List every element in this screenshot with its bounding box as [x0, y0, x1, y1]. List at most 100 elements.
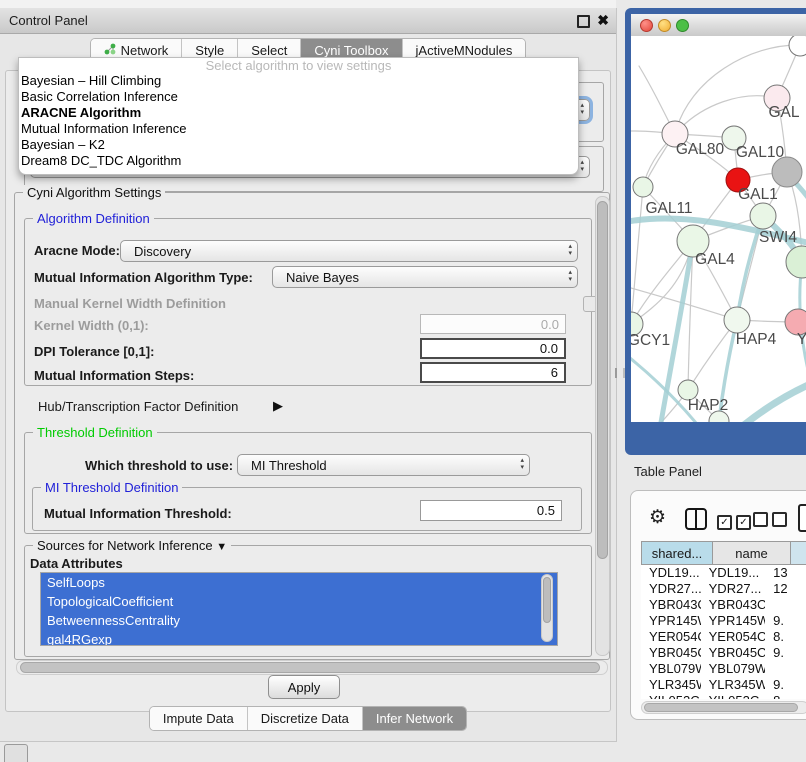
which-threshold-combo[interactable]: MI Threshold ▴▾ — [237, 454, 530, 476]
table-cell: 8. — [765, 693, 806, 699]
threshold-definition-title: Threshold Definition — [33, 425, 157, 440]
minimize-window-icon[interactable] — [658, 19, 671, 32]
table-cell: YBR043C — [641, 597, 701, 613]
data-attributes-list: SelfLoopsTopologicalCoefficientBetweenne… — [40, 572, 558, 646]
mi-threshold-label: Mutual Information Threshold: — [44, 506, 232, 521]
aracne-mode-value: Discovery — [134, 244, 191, 259]
table-cell: YBR043C — [701, 597, 765, 613]
table-cell: YBR045C — [701, 645, 765, 661]
split-columns-icon[interactable] — [685, 508, 707, 530]
table-cell: 13 — [765, 565, 806, 581]
aracne-mode-combo[interactable]: Discovery ▴▾ — [120, 240, 578, 262]
mi-type-label: Mutual Information Algorithm Type: — [34, 270, 253, 285]
table-cell: YER054C — [641, 629, 701, 645]
network-node[interactable] — [789, 36, 806, 56]
node-label-gal: GAL — [768, 104, 799, 121]
minimized-panel-button[interactable] — [4, 744, 28, 762]
settings-horizontal-scrollbar[interactable] — [16, 660, 608, 675]
table-row[interactable]: YER054CYER054C8. — [641, 629, 806, 645]
which-threshold-label: Which threshold to use: — [85, 458, 233, 473]
settings-vertical-scrollbar[interactable] — [595, 196, 610, 656]
collapse-down-triangle-icon[interactable]: ▼ — [216, 541, 227, 553]
table-row[interactable]: YIL052CYIL052C8. — [641, 693, 806, 699]
table-cell: 9. — [765, 677, 806, 693]
attribute-item-betweennesscentrality[interactable]: BetweennessCentrality — [41, 611, 557, 630]
network-canvas[interactable]: GALGAL80GAL10GAL1GAL11SWI4GAL4GCY1HAP4YH… — [631, 36, 806, 422]
table-cell: YDL19... — [641, 565, 701, 581]
node-label-gcy1: GCY1 — [631, 332, 670, 349]
table-cell: YBL079W — [701, 661, 765, 677]
dpi-tolerance-field[interactable]: 0.0 — [420, 338, 566, 359]
network-node[interactable] — [633, 177, 653, 197]
apply-button[interactable]: Apply — [268, 675, 340, 699]
dpi-tolerance-value: 0.0 — [540, 341, 558, 356]
table-row[interactable]: YPR145WYPR145W9. — [641, 613, 806, 629]
node-label-gal1: GAL1 — [738, 186, 778, 203]
network-node[interactable] — [724, 307, 750, 333]
tab-infer-network[interactable]: Infer Network — [362, 707, 466, 730]
table-row[interactable]: YLR345WYLR345W9. — [641, 677, 806, 693]
algorithm-option-bayesian-hill-climbing[interactable]: Bayesian – Hill Climbing — [19, 73, 578, 89]
float-window-icon[interactable] — [577, 15, 590, 28]
attribute-item-gal4rgexp[interactable]: gal4RGexp — [41, 630, 557, 646]
table-row[interactable]: YDR27...YDR27...12 — [641, 581, 806, 597]
kernel-width-field[interactable]: 0.0 — [420, 314, 566, 334]
mi-type-combo[interactable]: Naive Bayes ▴▾ — [272, 266, 578, 288]
table-row[interactable]: YBL079WYBL079W — [641, 661, 806, 677]
table-cell: YER054C — [701, 629, 765, 645]
node-label-hap4: HAP4 — [736, 331, 777, 348]
network-node[interactable] — [786, 246, 806, 278]
data-attributes-label: Data Attributes — [30, 556, 123, 571]
mi-steps-field[interactable]: 6 — [420, 362, 566, 383]
node-label-gal4: GAL4 — [695, 251, 735, 268]
algorithm-dropdown-popup: Select algorithm to view settings Bayesi… — [18, 57, 579, 175]
control-panel-titlebar: Control Panel ✖ — [0, 8, 616, 34]
screen: Control Panel ✖ NetworkStyleSelectCyni T… — [0, 0, 806, 762]
close-window-icon[interactable] — [640, 19, 653, 32]
maximize-window-icon[interactable] — [676, 19, 689, 32]
table-row[interactable]: YBR043CYBR043C — [641, 597, 806, 613]
table-row[interactable]: YDL19...YDL19...13 — [641, 565, 806, 581]
tab-impute-data[interactable]: Impute Data — [150, 707, 247, 730]
attribute-item-selfloops[interactable]: SelfLoops — [41, 573, 557, 592]
network-edge — [733, 382, 806, 422]
algorithm-dropdown-list: Bayesian – Hill ClimbingBasic Correlatio… — [19, 73, 578, 169]
tab-discretize-data[interactable]: Discretize Data — [247, 707, 362, 730]
network-node[interactable] — [772, 157, 802, 187]
mi-threshold-field[interactable]: 0.5 — [420, 500, 562, 521]
tab-label: Cyni Toolbox — [314, 43, 388, 58]
network-node[interactable] — [750, 203, 776, 229]
column-header-shared[interactable]: shared... — [641, 541, 713, 565]
table-horizontal-scrollbar[interactable] — [641, 701, 806, 714]
table-cell: YDR27... — [701, 581, 765, 597]
mi-type-value: Naive Bayes — [286, 270, 359, 285]
gear-icon[interactable]: ⚙ — [649, 506, 666, 529]
splitter-grip[interactable] — [615, 368, 625, 378]
attribute-item-topologicalcoefficient[interactable]: TopologicalCoefficient — [41, 592, 557, 611]
attributes-scrollbar[interactable] — [541, 574, 553, 642]
table-cell: YPR145W — [701, 613, 765, 629]
new-table-icon[interactable] — [798, 504, 806, 532]
network-edge — [631, 187, 643, 324]
select-all-checkboxes-icon[interactable]: ✓✓ — [717, 512, 751, 530]
network-window-titlebar[interactable] — [631, 14, 806, 37]
expand-right-triangle-icon[interactable]: ▶ — [273, 398, 283, 414]
kernel-width-value: 0.0 — [541, 317, 559, 332]
cyni-settings-title: Cyni Algorithm Settings — [23, 185, 165, 200]
table-cell: 12 — [765, 581, 806, 597]
mi-threshold-title: MI Threshold Definition — [41, 480, 182, 495]
hub-section-label: Hub/Transcription Factor Definition — [38, 399, 238, 414]
table-row[interactable]: YBR045CYBR045C9. — [641, 645, 806, 661]
tab-label: Discretize Data — [261, 711, 349, 726]
column-header-name[interactable]: name — [713, 541, 791, 565]
table-rows: YDL19...YDL19...13YDR27...YDR27...12YBR0… — [641, 565, 806, 699]
algorithm-option-dream8-dc-tdc-algorithm[interactable]: Dream8 DC_TDC Algorithm — [19, 153, 578, 169]
algorithm-option-mutual-information-inference[interactable]: Mutual Information Inference — [19, 121, 578, 137]
table-cell: YDL19... — [701, 565, 765, 581]
algorithm-option-basic-correlation-inference[interactable]: Basic Correlation Inference — [19, 89, 578, 105]
close-panel-icon[interactable]: ✖ — [597, 12, 609, 29]
algorithm-option-aracne-algorithm[interactable]: ARACNE Algorithm — [19, 105, 578, 121]
deselect-all-checkboxes-icon[interactable] — [753, 512, 787, 532]
algorithm-option-bayesian-k2[interactable]: Bayesian – K2 — [19, 137, 578, 153]
column-header-clipped[interactable] — [791, 541, 806, 565]
